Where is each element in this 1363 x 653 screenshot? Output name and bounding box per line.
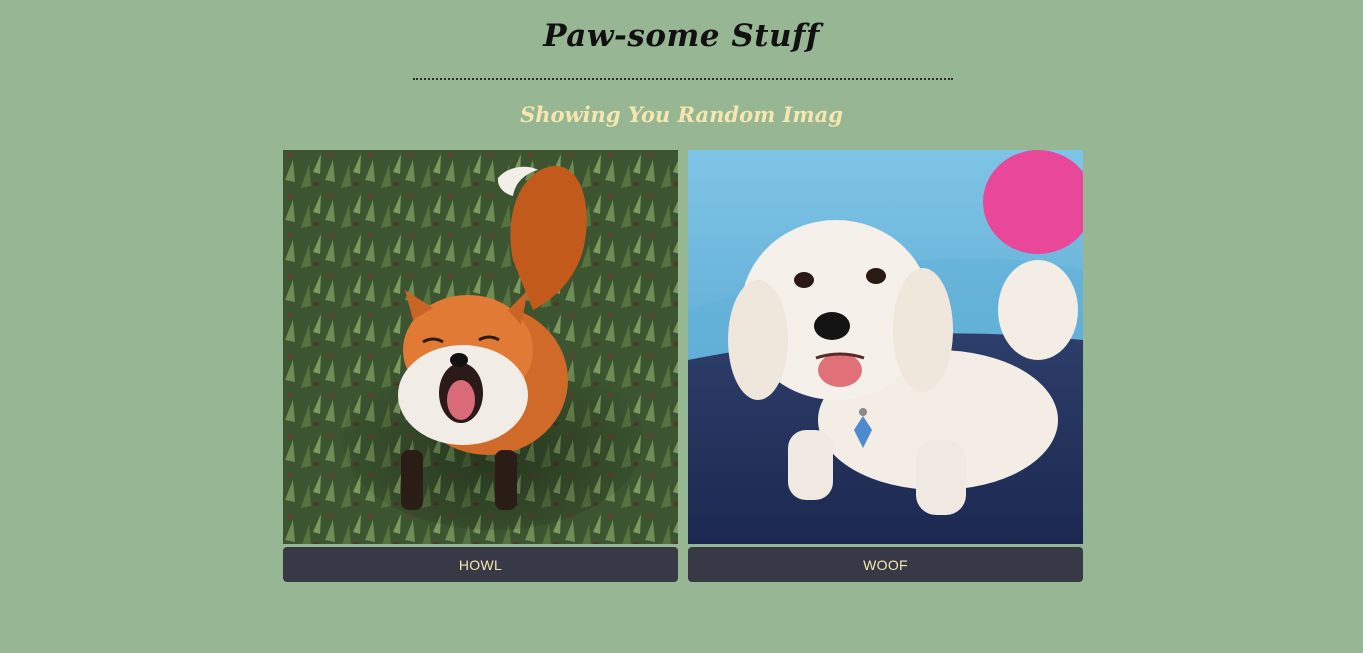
page: Paw-some Stuff Showing You Random Imag H… [0, 0, 1363, 653]
page-subtitle: Showing You Random Imag [520, 102, 843, 127]
dog-card: WOOF [688, 150, 1083, 582]
woof-button[interactable]: WOOF [688, 547, 1083, 582]
title-divider [413, 78, 953, 80]
fox-photo [283, 150, 678, 544]
page-title: Paw-some Stuff [543, 18, 820, 54]
howl-button[interactable]: HOWL [283, 547, 678, 582]
fox-card: HOWL [283, 150, 678, 582]
fox-image [283, 150, 678, 544]
dog-image [688, 150, 1083, 544]
dog-photo [688, 150, 1083, 544]
